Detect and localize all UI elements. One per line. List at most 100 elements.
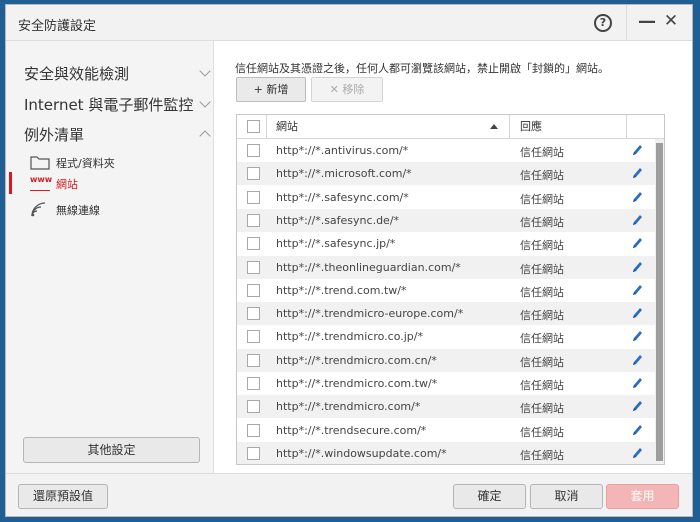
column-divider bbox=[266, 115, 267, 138]
row-url: http*://*.safesync.de/* bbox=[276, 213, 400, 227]
row-action: 信任網站 bbox=[520, 146, 564, 159]
row-url: http*://*.microsoft.com/* bbox=[276, 167, 412, 181]
folder-icon bbox=[30, 156, 50, 170]
sidebar-category-exceptions[interactable]: 例外清單 bbox=[24, 124, 211, 146]
cancel-button[interactable]: 取消 bbox=[530, 484, 603, 509]
pencil-icon[interactable] bbox=[631, 236, 643, 250]
table-row[interactable]: http*://*.trendsecure.com/* 信任網站 bbox=[237, 419, 655, 442]
sidebar-item-label: 無線連線 bbox=[56, 204, 100, 217]
row-checkbox[interactable] bbox=[247, 377, 260, 390]
other-settings-button[interactable]: 其他設定 bbox=[23, 437, 200, 463]
sort-ascending-icon bbox=[490, 124, 498, 129]
pencil-icon[interactable] bbox=[631, 399, 643, 413]
sidebar-category-security-check[interactable]: 安全與效能檢測 bbox=[24, 63, 211, 85]
table-row[interactable]: http*://*.antivirus.com/* 信任網站 bbox=[237, 139, 655, 162]
row-url: http*://*.trendmicro.com.tw/* bbox=[276, 377, 438, 390]
row-checkbox[interactable] bbox=[247, 353, 260, 367]
row-action: 信任網站 bbox=[520, 285, 564, 299]
row-checkbox[interactable] bbox=[247, 237, 260, 251]
pencil-icon[interactable] bbox=[631, 166, 643, 180]
titlebar-divider bbox=[626, 5, 627, 41]
row-action: 信任網站 bbox=[520, 309, 564, 323]
row-action: 信任網站 bbox=[520, 169, 564, 183]
row-checkbox[interactable] bbox=[247, 260, 260, 274]
table-row[interactable]: http*://*.theonlineguardian.com/* 信任網站 bbox=[237, 255, 655, 279]
row-url: http*://*.theonlineguardian.com/* bbox=[276, 260, 461, 274]
pencil-icon[interactable] bbox=[631, 329, 643, 343]
row-checkbox[interactable] bbox=[247, 167, 260, 181]
table-header: 網站 回應 bbox=[237, 115, 664, 139]
table-row[interactable]: http*://*.trendmicro.co.jp/* 信任網站 bbox=[237, 325, 655, 348]
row-checkbox[interactable] bbox=[247, 330, 260, 344]
table-row[interactable]: http*://*.trendmicro-europe.com/* 信任網站 bbox=[237, 302, 655, 326]
table-row[interactable]: http*://*.trendmicro.com.cn/* 信任網站 bbox=[237, 348, 655, 372]
chevron-down-icon bbox=[199, 65, 211, 77]
title-bar: 安全防護設定 ? — ✕ bbox=[6, 5, 692, 41]
chevron-up-icon bbox=[199, 130, 211, 142]
row-action: 信任網站 bbox=[520, 402, 564, 416]
pencil-icon[interactable] bbox=[631, 353, 643, 367]
row-checkbox[interactable] bbox=[247, 400, 260, 414]
row-checkbox[interactable] bbox=[247, 423, 260, 437]
restore-defaults-button[interactable]: 還原預設值 bbox=[18, 484, 108, 509]
sidebar-item-programs-folders[interactable]: 程式/資料夾 bbox=[30, 151, 200, 173]
table-row[interactable]: http*://*.microsoft.com/* 信任網站 bbox=[237, 162, 655, 186]
table-row[interactable]: http*://*.trendmicro.com/* 信任網站 bbox=[237, 395, 655, 419]
add-button[interactable]: + 新增 bbox=[236, 77, 306, 102]
website-table: 網站 回應 http*://*.antivirus.com/* 信任網站 http*… bbox=[236, 114, 665, 465]
pencil-icon[interactable] bbox=[631, 446, 643, 460]
sidebar-item-wireless[interactable]: 無線連線 bbox=[30, 198, 200, 220]
sidebar-category-label: 安全與效能檢測 bbox=[24, 65, 130, 83]
pencil-icon[interactable] bbox=[631, 190, 643, 204]
table-row[interactable]: http*://*.trend.com.tw/* 信任網站 bbox=[237, 279, 655, 302]
sidebar-item-websites[interactable]: www 網站 bbox=[30, 172, 200, 194]
row-action: 信任網站 bbox=[520, 379, 564, 392]
row-action: 信任網站 bbox=[520, 215, 564, 229]
column-header-action[interactable]: 回應 bbox=[520, 115, 542, 138]
remove-button[interactable]: ✕ 移除 bbox=[311, 77, 383, 102]
table-row[interactable]: http*://*.safesync.jp/* 信任網站 bbox=[237, 232, 655, 255]
pencil-icon[interactable] bbox=[631, 376, 643, 390]
column-header-site[interactable]: 網站 bbox=[276, 115, 298, 138]
minimize-button[interactable]: — bbox=[637, 11, 657, 33]
row-checkbox[interactable] bbox=[247, 190, 260, 204]
row-url: http*://*.windowsupdate.com/* bbox=[276, 446, 447, 460]
row-checkbox[interactable] bbox=[247, 307, 260, 321]
ok-button[interactable]: 確定 bbox=[453, 484, 526, 509]
sidebar-category-label: 例外清單 bbox=[24, 126, 85, 144]
sidebar: 安全與效能檢測 Internet 與電子郵件監控 例外清單 程式/資料夾 www… bbox=[6, 41, 214, 473]
row-url: http*://*.trendmicro.co.jp/* bbox=[276, 330, 423, 344]
pencil-icon[interactable] bbox=[631, 143, 643, 157]
scrollbar-thumb[interactable] bbox=[656, 143, 663, 461]
main-panel: 信任網站及其憑證之後，任何人都可瀏覽該網站，禁止開啟「封鎖的」網站。 + 新增 … bbox=[215, 41, 692, 473]
row-checkbox[interactable] bbox=[247, 283, 260, 297]
active-indicator bbox=[9, 172, 12, 194]
pencil-icon[interactable] bbox=[631, 260, 643, 274]
sidebar-category-label: Internet 與電子郵件監控 bbox=[24, 96, 194, 114]
apply-button[interactable]: 套用 bbox=[606, 484, 679, 509]
sidebar-category-internet-email[interactable]: Internet 與電子郵件監控 bbox=[24, 94, 211, 116]
close-button[interactable]: ✕ bbox=[661, 11, 681, 33]
pencil-icon[interactable] bbox=[631, 213, 643, 227]
help-button[interactable]: ? bbox=[594, 14, 612, 32]
row-action: 信任網站 bbox=[520, 332, 564, 346]
pencil-icon[interactable] bbox=[631, 283, 643, 297]
row-checkbox[interactable] bbox=[247, 213, 260, 227]
row-action: 信任網站 bbox=[520, 448, 564, 462]
table-row[interactable]: http*://*.safesync.com/* 信任網站 bbox=[237, 186, 655, 209]
pencil-icon[interactable] bbox=[631, 306, 643, 320]
window-title: 安全防護設定 bbox=[18, 19, 97, 34]
column-divider bbox=[509, 115, 510, 138]
table-row[interactable]: http*://*.trendmicro.com.tw/* 信任網站 bbox=[237, 372, 655, 395]
table-row[interactable]: http*://*.safesync.de/* 信任網站 bbox=[237, 208, 655, 232]
row-checkbox[interactable] bbox=[247, 446, 260, 460]
table-row[interactable]: http*://*.windowsupdate.com/* 信任網站 bbox=[237, 441, 655, 464]
row-checkbox[interactable] bbox=[247, 144, 260, 157]
footer-bar: 還原預設值 確定 取消 套用 bbox=[6, 473, 692, 516]
select-all-checkbox[interactable] bbox=[247, 120, 260, 133]
row-action: 信任網站 bbox=[520, 355, 564, 369]
row-url: http*://*.trendmicro.com/* bbox=[276, 400, 421, 414]
pencil-icon[interactable] bbox=[631, 423, 643, 437]
row-url: http*://*.trendmicro.com.cn/* bbox=[276, 353, 437, 367]
row-url: http*://*.trend.com.tw/* bbox=[276, 283, 407, 297]
